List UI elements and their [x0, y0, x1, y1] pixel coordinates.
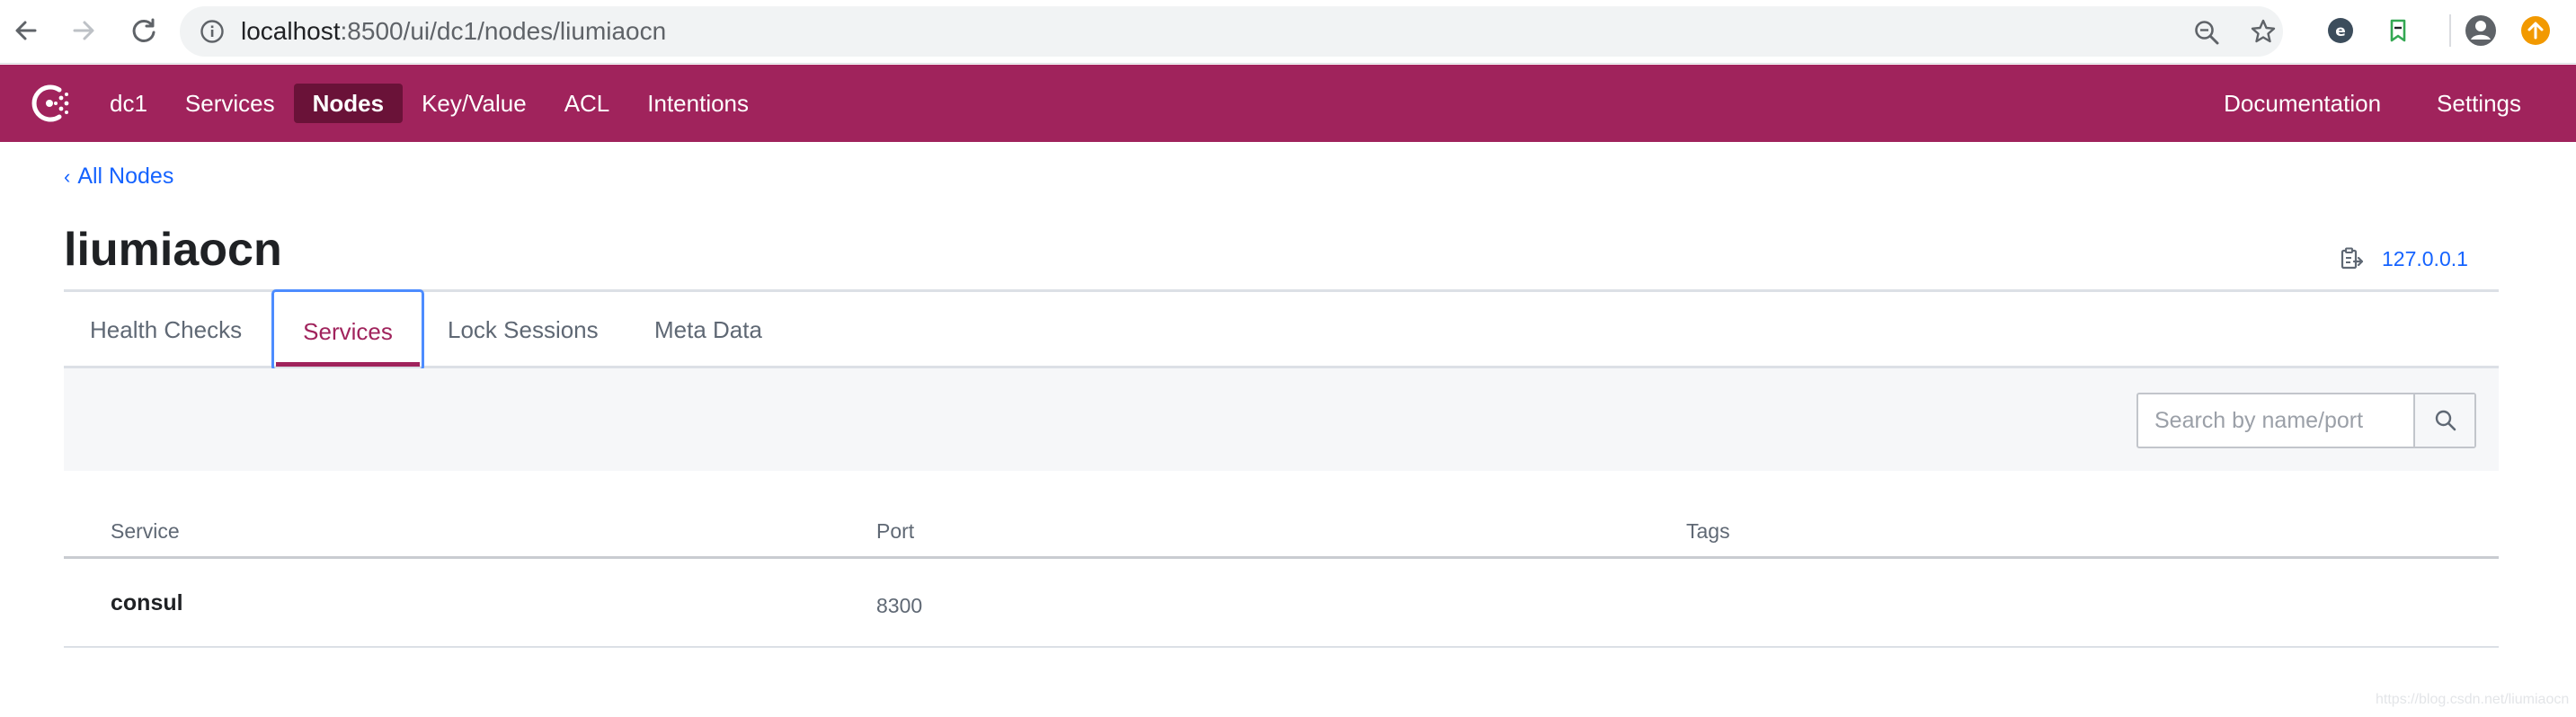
url-host: localhost: [241, 17, 341, 45]
svg-text:e: e: [2335, 22, 2346, 40]
filter-bar: [64, 368, 2499, 471]
page-title: liumiaocn: [64, 224, 282, 276]
nav-settings[interactable]: Settings: [2418, 84, 2540, 123]
table-row[interactable]: consul 8300: [64, 559, 2499, 648]
search-box: [2136, 393, 2476, 448]
nav-key-value[interactable]: Key/Value: [403, 84, 546, 123]
secondary-nav: Documentation Settings: [2205, 84, 2540, 123]
tab-meta-data[interactable]: Meta Data: [654, 292, 762, 368]
watermark: https://blog.csdn.net/liumiaocn: [2376, 692, 2570, 707]
tab-active-indicator: [276, 362, 420, 367]
extension-icon[interactable]: e: [2326, 16, 2355, 45]
nav-nodes[interactable]: Nodes: [293, 84, 404, 123]
nav-datacenter[interactable]: dc1: [91, 84, 166, 123]
copy-icon[interactable]: [2339, 246, 2364, 271]
address-value[interactable]: 127.0.0.1: [2382, 247, 2468, 271]
profile-icon[interactable]: [2463, 13, 2499, 49]
address-bar[interactable]: localhost:8500/ui/dc1/nodes/liumiaocn: [180, 6, 2283, 57]
nav-services[interactable]: Services: [166, 84, 294, 123]
url-text[interactable]: localhost:8500/ui/dc1/nodes/liumiaocn: [241, 6, 666, 57]
chevron-left-icon: ‹: [64, 165, 71, 188]
app-header: dc1 Services Nodes Key/Value ACL Intenti…: [0, 65, 2576, 142]
update-icon[interactable]: [2519, 14, 2552, 47]
nav-intentions[interactable]: Intentions: [628, 84, 768, 123]
node-address: 127.0.0.1: [2339, 244, 2468, 273]
column-header-tags: Tags: [1686, 519, 1730, 543]
column-header-port: Port: [876, 519, 915, 543]
breadcrumb-all-nodes[interactable]: All Nodes: [77, 164, 173, 189]
column-header-service: Service: [111, 519, 180, 543]
forward-arrow-icon[interactable]: [66, 13, 102, 49]
toolbar-divider: [2449, 14, 2451, 47]
tab-lock-sessions[interactable]: Lock Sessions: [448, 292, 599, 368]
consul-logo-icon[interactable]: [25, 78, 76, 128]
info-icon[interactable]: [200, 19, 225, 44]
nav-documentation[interactable]: Documentation: [2205, 84, 2400, 123]
services-table: Service Port Tags consul 8300: [64, 505, 2499, 648]
tab-bar: Health Checks Services Lock Sessions Met…: [64, 289, 2499, 371]
service-name[interactable]: consul: [111, 590, 183, 616]
extension-icon[interactable]: [2384, 16, 2412, 45]
tab-services-label: Services: [303, 318, 393, 345]
table-header: Service Port Tags: [64, 505, 2499, 559]
service-port: 8300: [876, 594, 923, 617]
search-button[interactable]: [2413, 394, 2474, 447]
browser-toolbar: localhost:8500/ui/dc1/nodes/liumiaocn e: [0, 0, 2576, 64]
zoom-icon[interactable]: [2193, 19, 2220, 46]
url-path: :8500/ui/dc1/nodes/liumiaocn: [340, 17, 667, 45]
search-icon: [2435, 410, 2456, 431]
main-nav: dc1 Services Nodes Key/Value ACL Intenti…: [91, 84, 768, 123]
reload-icon[interactable]: [126, 13, 162, 49]
back-arrow-icon[interactable]: [8, 13, 44, 49]
nav-acl[interactable]: ACL: [546, 84, 629, 123]
tab-health-checks[interactable]: Health Checks: [90, 292, 242, 368]
breadcrumb[interactable]: ‹ All Nodes: [64, 164, 173, 190]
tab-services[interactable]: Services: [271, 289, 424, 371]
star-icon[interactable]: [2250, 18, 2277, 45]
search-input[interactable]: [2138, 394, 2413, 447]
